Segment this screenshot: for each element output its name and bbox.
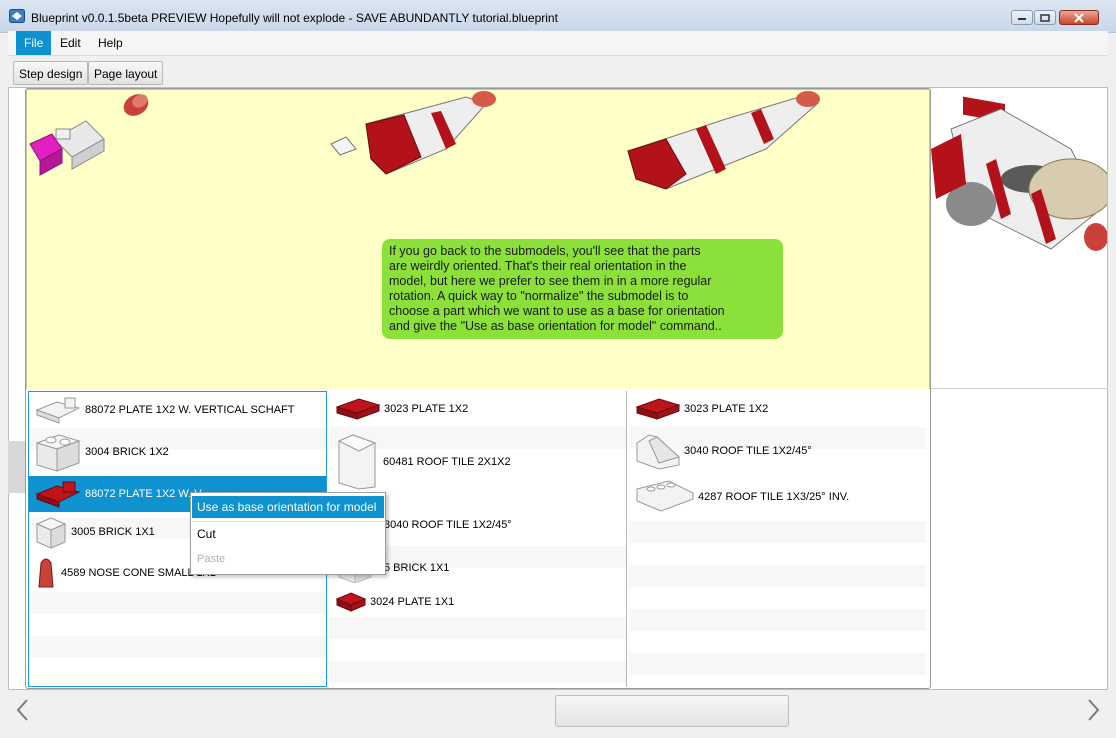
close-button[interactable]	[1059, 10, 1099, 25]
window-title: Blueprint v0.0.1.5beta PREVIEW Hopefully…	[31, 11, 558, 25]
list-item-label: 60481 ROOF TILE 2X1X2	[383, 456, 511, 468]
maximize-button[interactable]	[1034, 10, 1056, 25]
menu-item-paste: Paste	[197, 553, 226, 565]
list-item-label: 3024 PLATE 1X1	[370, 596, 455, 608]
menu-edit[interactable]: Edit	[52, 31, 89, 55]
plate-icon	[635, 398, 681, 420]
list-item-label: 3023 PLATE 1X2	[684, 403, 769, 415]
context-menu: Use as base orientation for model Cut Pa…	[190, 492, 386, 575]
list-item[interactable]: 88072 PLATE 1X2 W. VERTICAL SCHAFT	[29, 392, 326, 428]
tab-step-design[interactable]: Step design	[13, 61, 89, 85]
minimize-button[interactable]	[1011, 10, 1033, 25]
list-item-label: 88072 PLATE 1X2 W. V	[85, 488, 202, 500]
list-item[interactable]: 3023 PLATE 1X2	[329, 391, 626, 427]
list-item[interactable]: 3024 PLATE 1X1	[329, 583, 626, 619]
brick-icon	[35, 434, 81, 472]
cone-icon	[38, 558, 54, 588]
plate-icon	[335, 398, 381, 420]
menu-separator	[192, 521, 384, 522]
list-item-label: 88072 PLATE 1X2 W. VERTICAL SCHAFT	[85, 404, 295, 416]
list-item-label: 3005 BRICK 1X1	[71, 526, 155, 538]
plate-vertical-icon	[35, 481, 81, 508]
prev-page-button[interactable]	[10, 697, 36, 723]
model-preview[interactable]	[931, 89, 1107, 259]
next-page-button[interactable]	[1080, 697, 1106, 723]
title-bar: Blueprint v0.0.1.5beta PREVIEW Hopefully…	[0, 0, 1116, 33]
app-icon	[9, 9, 25, 23]
list-item-label: 3004 BRICK 1X2	[85, 446, 169, 458]
minimize-icon	[1018, 17, 1026, 20]
menu-item-use-as-base-orientation[interactable]: Use as base orientation for model	[192, 496, 384, 518]
menu-file[interactable]: File	[16, 31, 52, 55]
page-scrollbar-thumb[interactable]	[555, 695, 789, 727]
brick-icon	[35, 517, 67, 549]
list-item[interactable]: 3040 ROOF TILE 1X2/45°	[629, 427, 926, 475]
plate-icon	[335, 592, 367, 612]
left-scroll-tab[interactable]	[8, 441, 25, 493]
list-item-label: 5 BRICK 1X1	[384, 562, 450, 574]
divider	[931, 388, 1108, 389]
maximize-icon	[1040, 13, 1050, 22]
list-item[interactable]: 3004 BRICK 1X2	[29, 428, 326, 476]
list-item[interactable]: 4287 ROOF TILE 1X3/25° INV.	[629, 475, 926, 521]
list-item-label: 3023 PLATE 1X2	[384, 403, 469, 415]
list-item[interactable]: 60481 ROOF TILE 2X1X2	[329, 427, 626, 495]
menu-item-cut[interactable]: Cut	[192, 523, 384, 545]
close-icon	[1074, 12, 1084, 23]
parts-list-column-3[interactable]: 3023 PLATE 1X2 3040 ROOF TILE 1X2/45° 42…	[629, 391, 926, 687]
menu-help[interactable]: Help	[90, 31, 131, 55]
menu-bar: File Edit Help	[8, 31, 1108, 56]
chevron-left-icon	[16, 699, 28, 721]
roof-tile-icon	[337, 434, 377, 490]
roof-tile-inv-icon	[636, 480, 694, 512]
tab-page-layout[interactable]: Page layout	[88, 61, 164, 85]
chevron-right-icon	[1088, 699, 1100, 721]
roof-tile-icon	[636, 434, 680, 470]
list-item-label: 3040 ROOF TILE 1X2/45°	[684, 445, 812, 457]
list-item-label: 3040 ROOF TILE 1X2/45°	[384, 519, 512, 531]
list-item[interactable]: 3023 PLATE 1X2	[629, 391, 926, 427]
plate-vertical-icon	[35, 397, 81, 424]
list-item-label: 4287 ROOF TILE 1X3/25° INV.	[698, 491, 850, 503]
